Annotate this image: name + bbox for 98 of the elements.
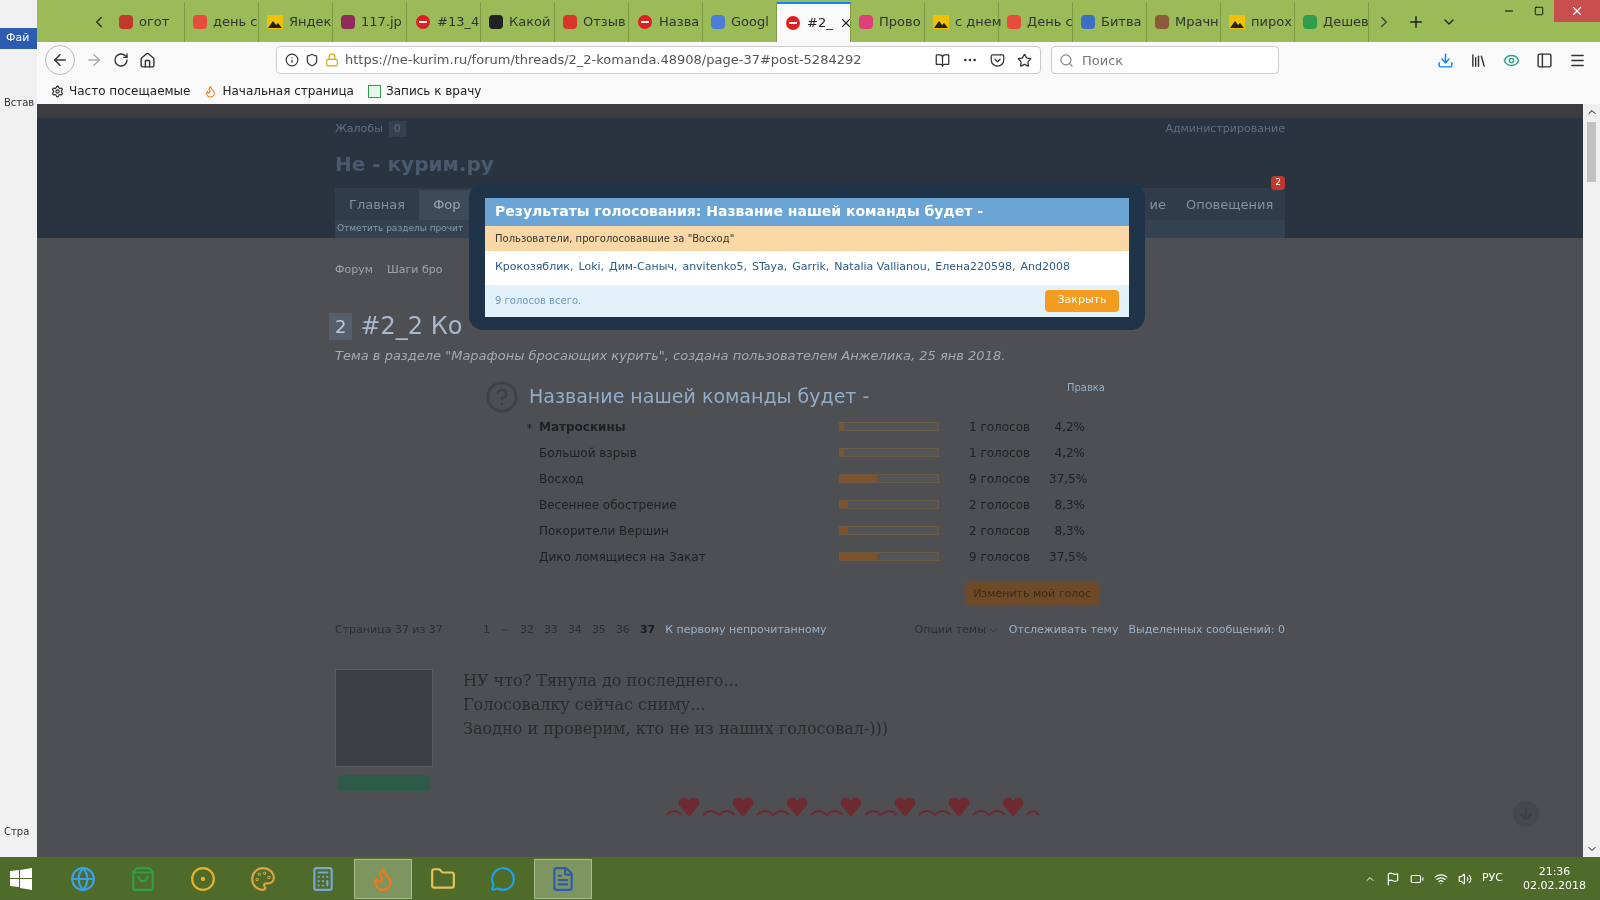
stop-sign-icon: [637, 14, 653, 30]
tab-title: огот: [139, 13, 170, 32]
flag-icon[interactable]: [1386, 871, 1400, 886]
info-icon: [285, 53, 299, 67]
bookmark-link[interactable]: Начальная страница: [204, 82, 354, 100]
dialog-title: Результаты голосования: Название нашей команды будет -: [485, 197, 1129, 226]
pocket-icon[interactable]: [990, 52, 1005, 68]
search-field[interactable]: Поиск: [1051, 46, 1279, 74]
bookmark-link[interactable]: Запись к врачу: [368, 82, 482, 100]
ribbon-button-label[interactable]: Встав: [0, 94, 37, 110]
language-indicator[interactable]: РУС: [1482, 870, 1503, 887]
address-bar[interactable]: https://ne-kurim.ru/forum/threads/2_2-komanda.48908/page-37#post-5284292: [276, 46, 1041, 74]
user-link[interactable]: Дим-Саныч,: [609, 259, 678, 276]
notification-badge: 2: [1271, 176, 1285, 190]
thread-prefix-badge: 2: [329, 312, 353, 340]
tab-title: Прово: [879, 13, 921, 32]
ribbon-tab[interactable]: Фай: [0, 28, 37, 49]
gear-icon: [51, 84, 64, 98]
user-link[interactable]: Loki,: [578, 259, 605, 276]
new-tab-icon[interactable]: [1407, 13, 1425, 31]
reload-icon[interactable]: [113, 52, 129, 68]
taskbar-app[interactable]: [534, 858, 592, 899]
user-link[interactable]: Garrik,: [792, 259, 830, 276]
tab-title: Яндек: [289, 13, 332, 32]
download-icon[interactable]: [1437, 51, 1454, 69]
status-badge-icon: [338, 774, 430, 791]
clock-date[interactable]: 02.02.2018: [1523, 878, 1586, 893]
bookmark-star-icon[interactable]: [1017, 52, 1032, 68]
circle-icon: [190, 865, 216, 892]
tab-title: день с: [213, 13, 258, 32]
user-link[interactable]: anvitenko5,: [682, 259, 747, 276]
home-icon[interactable]: [139, 51, 156, 69]
library-icon[interactable]: [1470, 51, 1487, 69]
user-link[interactable]: STaya,: [751, 259, 788, 276]
thread-title: #2_2 Ко: [360, 311, 463, 342]
browser-tab[interactable]: #2_: [777, 2, 851, 42]
url-text: https://ne-kurim.ru/forum/threads/2_2-komanda.48908/page-37#post-5284292: [345, 51, 862, 70]
tab-title: пирох: [1251, 13, 1292, 32]
folder-icon: [430, 865, 456, 892]
tab-title: Какой: [509, 13, 551, 32]
document-icon: [550, 865, 576, 892]
status-bar-text: Стра: [3, 825, 31, 839]
scrollbar-thumb[interactable]: [1587, 122, 1596, 182]
tab-title: Битва: [1101, 13, 1142, 32]
image-icon: [267, 15, 283, 29]
stop-sign-icon: [415, 14, 431, 30]
image-icon: [1229, 15, 1245, 29]
windows-logo-icon[interactable]: [10, 867, 32, 890]
dialog-subtitle: Пользователи, проголосовавшие за "Восход": [485, 225, 1129, 251]
forward-icon[interactable]: [85, 51, 103, 69]
globe-icon: [70, 865, 96, 892]
unread-link[interactable]: К первому непрочитанному: [665, 622, 827, 639]
tab-title: #13_4: [437, 13, 480, 32]
tab-title: Отзыв: [583, 13, 626, 32]
clock-time[interactable]: 21:36: [1538, 864, 1571, 879]
breadcrumb-link[interactable]: Шаги бро: [387, 261, 443, 279]
selected-posts-link[interactable]: Выделенных сообщений: 0: [1128, 622, 1285, 639]
tab-title: Дешев: [1323, 13, 1369, 32]
watch-link[interactable]: Отслеживать тему: [1008, 622, 1119, 639]
taskbar-app[interactable]: [354, 858, 412, 899]
search-icon: [1059, 52, 1074, 68]
breadcrumb-link[interactable]: Форум: [335, 261, 373, 279]
tab-title: #2_: [807, 14, 833, 33]
chat-icon: [490, 865, 516, 892]
stop-sign-icon: [785, 15, 801, 31]
bookmark-link[interactable]: Часто посещаемые: [51, 82, 191, 100]
maximize-icon: [1534, 6, 1544, 16]
image-icon: [933, 15, 949, 29]
tab-title: Мрачн: [1175, 13, 1219, 32]
volume-icon[interactable]: [1458, 871, 1472, 886]
flame-icon: [204, 84, 218, 98]
user-link[interactable]: Крокозяблик,: [495, 259, 574, 276]
reader-view-icon[interactable]: [935, 52, 950, 68]
palette-icon: [250, 865, 276, 892]
tab-title: День с: [1027, 13, 1073, 32]
sidebar-icon[interactable]: [1536, 51, 1553, 69]
tab-title: Googl: [731, 13, 769, 32]
tab-title: с днем: [955, 13, 1002, 32]
lock-icon: [325, 53, 339, 67]
shopping-bag-icon: [130, 865, 156, 892]
nav-tab[interactable]: Оповещения: [1175, 190, 1284, 220]
wifi-icon[interactable]: [1434, 871, 1448, 886]
close-icon: [1570, 4, 1584, 18]
shield-icon: [305, 53, 319, 67]
vote-total: 9 голосов всего.: [495, 294, 582, 308]
mark-read-link[interactable]: Отметить разделы прочит: [337, 222, 464, 236]
scrollbar[interactable]: [1583, 104, 1600, 857]
user-link[interactable]: Елена220598,: [935, 259, 1016, 276]
nav-tab[interactable]: Главная: [335, 190, 420, 220]
favicon-icon: [368, 84, 381, 98]
tab-title: 117.jp: [361, 13, 402, 32]
calculator-icon: [310, 865, 336, 892]
tab-title: Назва: [659, 13, 700, 32]
user-link[interactable]: Natalia Vallianou,: [834, 259, 931, 276]
edit-link[interactable]: Правка: [1066, 379, 1105, 395]
thread-meta: Тема в разделе "Марафоны бросающих курить", создана пользователем Анжелика, 25 янв 2018.: [335, 347, 1007, 365]
user-link[interactable]: And2008: [1020, 259, 1070, 276]
poll-title: Название нашей команды будет -: [529, 384, 870, 410]
